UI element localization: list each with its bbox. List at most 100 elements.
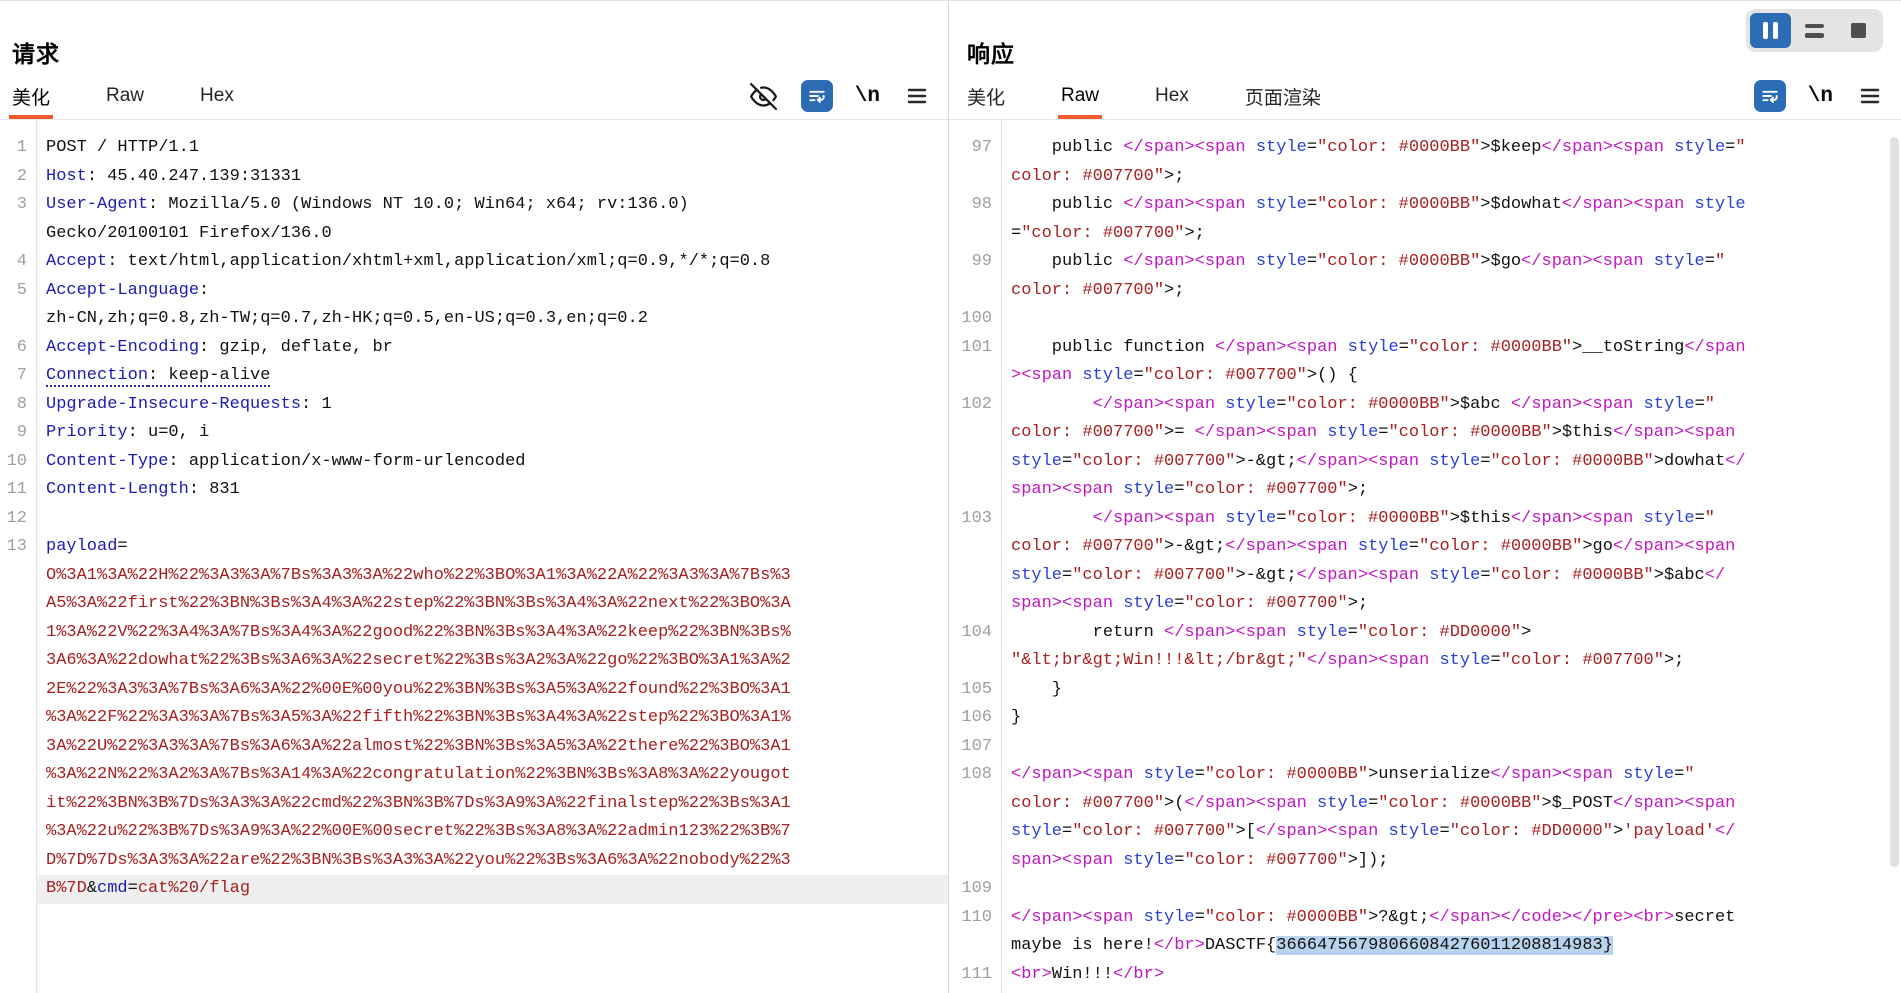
scrollbar[interactable] xyxy=(1890,131,1899,987)
line-number: 13 xyxy=(0,533,36,562)
newline-toggle[interactable]: \n xyxy=(855,85,880,108)
line-number: 10 xyxy=(0,448,36,477)
two-lines-icon[interactable] xyxy=(1794,13,1835,48)
code-line: 97 public </span><span style="color: #00… xyxy=(949,134,1901,163)
line-number: 106 xyxy=(949,704,1001,733)
code-line: 3A6%3A%22dowhat%22%3Bs%3A6%3A%22secret%2… xyxy=(0,647,948,676)
stop-square-icon[interactable] xyxy=(1838,13,1879,48)
request-panel-title: 请求 xyxy=(12,35,948,69)
code-line: 2Host: 45.40.247.139:31331 xyxy=(0,163,948,192)
code-line: span><span style="color: #007700">; xyxy=(949,590,1901,619)
response-tabbar: 美化 Raw Hex 页面渲染 \n xyxy=(949,73,1901,120)
code-line: 7Connection: keep-alive xyxy=(0,362,948,391)
intercept-controls xyxy=(1746,9,1883,52)
line-number: 107 xyxy=(949,733,1001,762)
line-number: 12 xyxy=(0,505,36,534)
code-line-text: Content-Length: 831 xyxy=(36,476,948,505)
code-line: 99 public </span><span style="color: #00… xyxy=(949,248,1901,277)
response-tab-render[interactable]: 页面渲染 xyxy=(1245,73,1321,119)
code-line: 108</span><span style="color: #0000BB">u… xyxy=(949,761,1901,790)
wrap-lines-icon[interactable] xyxy=(1754,80,1786,112)
response-tab-hex[interactable]: Hex xyxy=(1155,73,1189,119)
code-line: color: #007700">; xyxy=(949,277,1901,306)
code-line-text: style="color: #007700">[</span><span sty… xyxy=(1001,818,1901,847)
request-tab-raw[interactable]: Raw xyxy=(106,73,144,119)
code-line: span><span style="color: #007700">; xyxy=(949,476,1901,505)
code-line-text: </span><span style="color: #0000BB">unse… xyxy=(1001,761,1901,790)
code-line: 10Content-Type: application/x-www-form-u… xyxy=(0,448,948,477)
code-line-text: ><span style="color: #007700">() { xyxy=(1001,362,1901,391)
code-line-text: zh-CN,zh;q=0.8,zh-TW;q=0.7,zh-HK;q=0.5,e… xyxy=(36,305,948,334)
code-line-text: Gecko/20100101 Firefox/136.0 xyxy=(36,220,948,249)
request-panel: 请求 美化 Raw Hex xyxy=(0,1,948,993)
code-line: 105 } xyxy=(949,676,1901,705)
code-line-text xyxy=(1001,733,1901,762)
code-line-text: public </span><span style="color: #0000B… xyxy=(1001,248,1901,277)
code-line-text: color: #007700">; xyxy=(1001,163,1901,192)
response-editor[interactable]: 97 public </span><span style="color: #00… xyxy=(949,120,1901,993)
line-number xyxy=(0,676,36,705)
code-line: A5%3A%22first%22%3BN%3Bs%3A4%3A%22step%2… xyxy=(0,590,948,619)
code-line-text: 3A6%3A%22dowhat%22%3Bs%3A6%3A%22secret%2… xyxy=(36,647,948,676)
scrollbar-thumb[interactable] xyxy=(1890,137,1899,867)
code-line-text: %3A%22N%22%3A2%3A%7Bs%3A14%3A%22congratu… xyxy=(36,761,948,790)
line-number: 11 xyxy=(0,476,36,505)
response-tab-beautify[interactable]: 美化 xyxy=(967,73,1005,119)
code-line: 13payload= xyxy=(0,533,948,562)
menu-icon[interactable] xyxy=(1855,81,1885,111)
code-line-text: O%3A1%3A%22H%22%3A3%3A%7Bs%3A3%3A%22who%… xyxy=(36,562,948,591)
code-line: %3A%22F%22%3A3%3A%7Bs%3A5%3A%22fifth%22%… xyxy=(0,704,948,733)
response-toolbar: \n xyxy=(1754,80,1885,112)
code-line: 9Priority: u=0, i xyxy=(0,419,948,448)
line-number: 105 xyxy=(949,676,1001,705)
http-debugger-window: 请求 美化 Raw Hex xyxy=(0,0,1901,993)
request-tab-hex[interactable]: Hex xyxy=(200,73,234,119)
request-tab-beautify[interactable]: 美化 xyxy=(12,73,50,119)
code-line: 101 public function </span><span style="… xyxy=(949,334,1901,363)
line-number xyxy=(0,619,36,648)
code-line: 111<br>Win!!!</br> xyxy=(949,961,1901,990)
code-line: color: #007700">-&gt;</span><span style=… xyxy=(949,533,1901,562)
line-number: 6 xyxy=(0,334,36,363)
code-line: color: #007700">= </span><span style="co… xyxy=(949,419,1901,448)
request-editor[interactable]: 1POST / HTTP/1.12Host: 45.40.247.139:313… xyxy=(0,120,948,993)
response-panel: 响应 美化 Raw Hex 页面渲染 \n xyxy=(948,1,1901,993)
code-line-text: return </span><span style="color: #DD000… xyxy=(1001,619,1901,648)
code-line-text: </span><span style="color: #0000BB">?&gt… xyxy=(1001,904,1901,933)
response-tab-raw[interactable]: Raw xyxy=(1061,73,1099,119)
eye-off-icon[interactable] xyxy=(749,81,779,111)
code-line-text: style="color: #007700">-&gt;</span><span… xyxy=(1001,562,1901,591)
code-line: 106} xyxy=(949,704,1901,733)
code-line-text: </span><span style="color: #0000BB">$abc… xyxy=(1001,391,1901,420)
line-number xyxy=(949,419,1001,448)
code-line-text: Accept-Language: xyxy=(36,277,948,306)
line-number xyxy=(949,590,1001,619)
code-line: ="color: #007700">; xyxy=(949,220,1901,249)
code-line: maybe is here!</br>DASCTF{36664756798066… xyxy=(949,932,1901,961)
line-number: 102 xyxy=(949,391,1001,420)
code-line-text: Accept: text/html,application/xhtml+xml,… xyxy=(36,248,948,277)
code-line: D%7D%7Ds%3A3%3A%22are%22%3BN%3Bs%3A3%3A%… xyxy=(0,847,948,876)
line-number xyxy=(949,647,1001,676)
code-line-text: span><span style="color: #007700">; xyxy=(1001,476,1901,505)
newline-toggle[interactable]: \n xyxy=(1808,85,1833,108)
pause-icon[interactable] xyxy=(1750,13,1791,48)
line-number: 110 xyxy=(949,904,1001,933)
line-number: 9 xyxy=(0,419,36,448)
menu-icon[interactable] xyxy=(902,81,932,111)
code-line: 6Accept-Encoding: gzip, deflate, br xyxy=(0,334,948,363)
code-line-text xyxy=(36,505,948,534)
line-number xyxy=(949,163,1001,192)
request-toolbar: \n xyxy=(749,80,932,112)
line-number xyxy=(949,220,1001,249)
code-line: %3A%22N%22%3A2%3A%7Bs%3A14%3A%22congratu… xyxy=(0,761,948,790)
line-number xyxy=(949,932,1001,961)
line-number: 5 xyxy=(0,277,36,306)
line-number: 4 xyxy=(0,248,36,277)
code-line: O%3A1%3A%22H%22%3A3%3A%7Bs%3A3%3A%22who%… xyxy=(0,562,948,591)
wrap-lines-icon[interactable] xyxy=(801,80,833,112)
line-number xyxy=(0,220,36,249)
code-line-text: A5%3A%22first%22%3BN%3Bs%3A4%3A%22step%2… xyxy=(36,590,948,619)
code-line: 103 </span><span style="color: #0000BB">… xyxy=(949,505,1901,534)
line-number xyxy=(949,277,1001,306)
